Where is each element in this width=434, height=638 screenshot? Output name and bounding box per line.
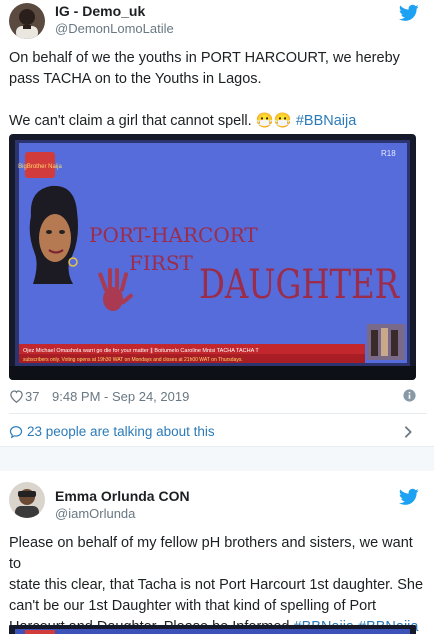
tweet-card-2: Emma Orlunda CON @iamOrlunda Please on b…	[0, 471, 434, 635]
divider	[9, 413, 427, 414]
user-handle[interactable]: @iamOrlunda	[55, 506, 135, 521]
emoji: 😷😷	[255, 113, 292, 129]
hashtag-link[interactable]: #BBNaija	[296, 113, 356, 129]
avatar[interactable]	[9, 482, 45, 518]
tweet-text-line: We can't claim a girl that cannot spell.…	[9, 111, 427, 132]
tweet-card-1: IG - Demo_uk @DemonLomoLatile On behalf …	[0, 0, 434, 447]
tweet-image[interactable]	[9, 623, 416, 634]
info-icon[interactable]	[403, 389, 416, 402]
twitter-bird-icon[interactable]	[399, 4, 419, 22]
display-name[interactable]: Emma Orlunda CON	[55, 488, 190, 504]
tweet-text-line: can't be our 1st Daughter with that kind…	[9, 598, 377, 614]
talking-count-link[interactable]: 23 people are talking about this	[27, 424, 215, 439]
tv-screen-photo	[9, 625, 416, 634]
tweet-text-line: On behalf of we the youths in PORT HARCO…	[9, 50, 400, 66]
like-count[interactable]: 37	[25, 389, 39, 404]
tweet-text-line: pass TACHA on to the Youths in Lagos.	[9, 71, 262, 87]
channel-logo: BigBrother Naija	[18, 164, 62, 170]
twitter-bird-icon[interactable]	[399, 488, 419, 506]
feed-divider	[0, 447, 434, 471]
tweet-image[interactable]: BigBrother Naija R18 PORT-HARCORT FIRST …	[9, 134, 416, 380]
heart-icon[interactable]	[9, 389, 24, 403]
chevron-right-icon	[404, 426, 412, 438]
tv-screen-photo: BigBrother Naija R18 PORT-HARCORT FIRST …	[9, 134, 416, 380]
display-name[interactable]: IG - Demo_uk	[55, 3, 145, 19]
ticker-text: Ojez Michael Omashola warri go die for y…	[23, 347, 259, 354]
comment-icon	[9, 426, 23, 439]
tweet-text: On behalf of we the youths in PORT HARCO…	[9, 48, 427, 132]
tweet-text-span: We can't claim a girl that cannot spell.	[9, 113, 252, 129]
age-badge: R18	[381, 149, 396, 158]
user-handle[interactable]: @DemonLomoLatile	[55, 21, 174, 36]
ticker-text-2: subscribers only. Voting opens at 19h30 …	[23, 357, 243, 363]
tweet-text-line: state this clear, that Tacha is not Port…	[9, 577, 424, 593]
avatar[interactable]	[9, 3, 45, 39]
board-text-line3: DAUGHTER	[199, 262, 401, 308]
tweet-text-line: Please on behalf of my fellow pH brother…	[9, 535, 413, 572]
tweet-timestamp[interactable]: 9:48 PM - Sep 24, 2019	[52, 389, 189, 404]
board-text-line1: PORT-HARCORT	[89, 223, 258, 247]
board-text-line2: FIRST	[129, 251, 194, 275]
